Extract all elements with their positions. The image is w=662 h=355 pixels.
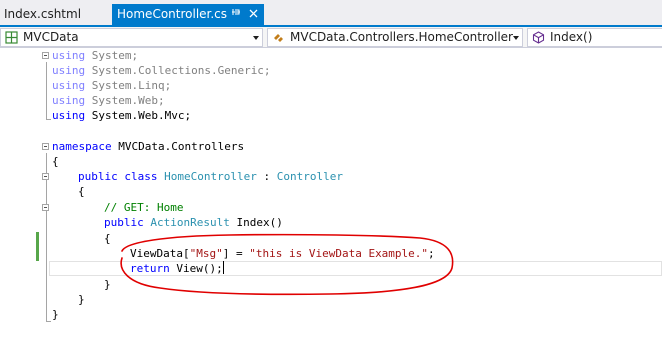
document-tab-strip: Index.cshtml HomeController.cs (0, 0, 662, 27)
tab-homecontroller-cs[interactable]: HomeController.cs (112, 4, 264, 25)
close-icon[interactable] (246, 4, 260, 25)
class-dropdown[interactable]: MVCData.Controllers.HomeController (267, 28, 523, 47)
member-name: Index() (550, 30, 593, 44)
method-icon (532, 31, 545, 44)
class-name: MVCData.Controllers.HomeController (290, 30, 513, 44)
chevron-down-icon (253, 36, 259, 40)
csharp-project-icon (5, 31, 18, 44)
code-editor[interactable]: using System; using System.Collections.G… (0, 48, 662, 355)
navigation-bar: MVCData MVCData.Controllers.HomeControll… (0, 27, 662, 48)
member-dropdown[interactable]: Index() (527, 28, 662, 47)
tab-label: HomeController.cs (117, 7, 228, 21)
chevron-down-icon (513, 36, 519, 40)
project-name: MVCData (23, 30, 79, 44)
tab-label: Index.cshtml (4, 7, 82, 21)
red-annotation-ellipse (120, 233, 454, 296)
project-dropdown[interactable]: MVCData (0, 28, 263, 47)
tab-index-cshtml[interactable]: Index.cshtml (0, 4, 108, 25)
class-icon (272, 31, 285, 44)
pin-icon[interactable] (229, 4, 243, 25)
